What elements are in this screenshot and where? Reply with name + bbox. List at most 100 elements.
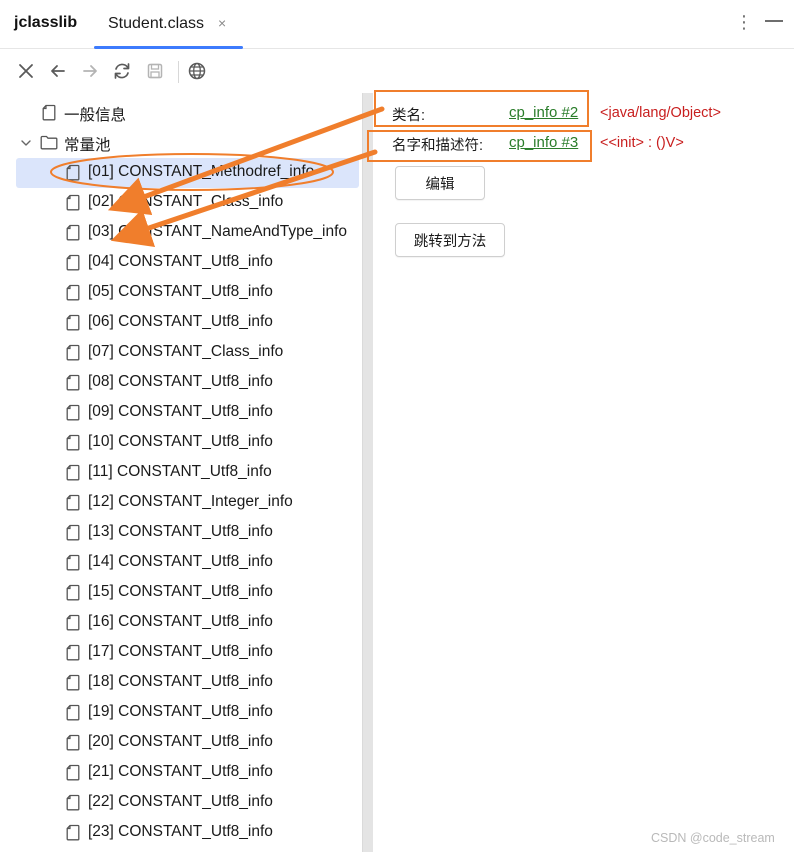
tab-bar: jclasslib Student.class × ⋮	[0, 0, 794, 49]
tree-item-constant[interactable]: [14] CONSTANT_Utf8_info	[16, 548, 359, 578]
toolbar	[0, 49, 794, 93]
tree-item-label: [14] CONSTANT_Utf8_info	[88, 553, 273, 570]
tree-item-constant[interactable]: [22] CONSTANT_Utf8_info	[16, 788, 359, 818]
edit-button[interactable]: 编辑	[395, 166, 485, 200]
file-icon	[66, 704, 80, 726]
tree-item-constant[interactable]: [23] CONSTANT_Utf8_info	[16, 818, 359, 848]
file-icon	[66, 464, 80, 486]
file-icon	[66, 554, 80, 576]
tree-item-constant[interactable]: [11] CONSTANT_Utf8_info	[16, 458, 359, 488]
name-and-type-cp-link[interactable]: cp_info #3	[509, 134, 578, 151]
jump-to-method-button[interactable]: 跳转到方法	[395, 223, 505, 257]
back-arrow-icon[interactable]	[46, 59, 70, 83]
tree-item-constant[interactable]: [02] CONSTANT_Class_info	[16, 188, 359, 218]
tab-student-class[interactable]: Student.class ×	[94, 0, 243, 49]
tree-item-label: [07] CONSTANT_Class_info	[88, 343, 284, 360]
tree-item-label: 一般信息	[64, 107, 127, 124]
class-name-value: <java/lang/Object>	[600, 105, 721, 121]
file-icon	[66, 374, 80, 396]
file-icon	[66, 614, 80, 636]
file-icon	[66, 254, 80, 276]
file-icon	[66, 734, 80, 756]
class-name-cp-link[interactable]: cp_info #2	[509, 104, 578, 121]
tree-item-constant[interactable]: [19] CONSTANT_Utf8_info	[16, 698, 359, 728]
tree-item-constant[interactable]: [03] CONSTANT_NameAndType_info	[16, 218, 359, 248]
tree-item-constant[interactable]: [12] CONSTANT_Integer_info	[16, 488, 359, 518]
tree-item-label: [19] CONSTANT_Utf8_info	[88, 703, 273, 720]
file-icon	[42, 104, 56, 126]
file-icon	[66, 494, 80, 516]
tree-item-label: [10] CONSTANT_Utf8_info	[88, 433, 273, 450]
tree-item-constant-pool[interactable]: 常量池	[16, 128, 359, 158]
file-icon	[66, 314, 80, 336]
file-icon	[66, 644, 80, 666]
tree-item-constant[interactable]: [08] CONSTANT_Utf8_info	[16, 368, 359, 398]
tree-item-label: 常量池	[64, 137, 111, 154]
tree-item-constant[interactable]: [18] CONSTANT_Utf8_info	[16, 668, 359, 698]
tree-item-label: [12] CONSTANT_Integer_info	[88, 493, 293, 510]
file-icon	[66, 224, 80, 246]
tree-item-constant[interactable]: [17] CONSTANT_Utf8_info	[16, 638, 359, 668]
forward-arrow-icon[interactable]	[78, 59, 102, 83]
tree-item-label: [15] CONSTANT_Utf8_info	[88, 583, 273, 600]
folder-icon	[40, 135, 58, 155]
tree-item-label: [05] CONSTANT_Utf8_info	[88, 283, 273, 300]
tree-item-label: [17] CONSTANT_Utf8_info	[88, 643, 273, 660]
tree-item-general-info[interactable]: 一般信息	[16, 98, 359, 128]
file-icon	[66, 344, 80, 366]
tree-item-label: [16] CONSTANT_Utf8_info	[88, 613, 273, 630]
tree-item-constant[interactable]: [21] CONSTANT_Utf8_info	[16, 758, 359, 788]
tree-item-constant[interactable]: [09] CONSTANT_Utf8_info	[16, 398, 359, 428]
details-panel: 类名: cp_info #2 <java/lang/Object> 名字和描述符…	[373, 93, 794, 852]
tree-item-constant[interactable]: [06] CONSTANT_Utf8_info	[16, 308, 359, 338]
refresh-icon[interactable]	[110, 59, 134, 83]
file-icon	[66, 194, 80, 216]
toolbar-separator	[178, 61, 179, 83]
tree-item-label: [06] CONSTANT_Utf8_info	[88, 313, 273, 330]
tree-item-label: [02] CONSTANT_Class_info	[88, 193, 284, 210]
tree-item-constant[interactable]: [16] CONSTANT_Utf8_info	[16, 608, 359, 638]
chevron-down-icon[interactable]	[20, 136, 32, 154]
name-and-type-label: 名字和描述符:	[392, 138, 484, 154]
tree-item-label: [01] CONSTANT_Methodref_info	[88, 163, 315, 180]
tree-item-constant[interactable]: [20] CONSTANT_Utf8_info	[16, 728, 359, 758]
file-icon	[66, 164, 80, 186]
file-icon	[66, 284, 80, 306]
more-options-icon[interactable]: ⋮	[735, 12, 753, 33]
tree-item-label: [09] CONSTANT_Utf8_info	[88, 403, 273, 420]
minimize-icon[interactable]	[765, 20, 783, 22]
constant-pool-tree: 一般信息 常量池 [01] CONSTANT_Methodref_info [02…	[0, 93, 362, 852]
file-icon	[66, 524, 80, 546]
watermark: CSDN @code_stream	[651, 831, 775, 845]
globe-icon[interactable]	[185, 59, 209, 83]
tree-item-label: [11] CONSTANT_Utf8_info	[88, 463, 272, 480]
tree-item-constant[interactable]: [10] CONSTANT_Utf8_info	[16, 428, 359, 458]
tree-item-constant[interactable]: [07] CONSTANT_Class_info	[16, 338, 359, 368]
tree-item-label: [13] CONSTANT_Utf8_info	[88, 523, 273, 540]
file-icon	[66, 404, 80, 426]
tree-item-label: [04] CONSTANT_Utf8_info	[88, 253, 273, 270]
splitter-scrollbar[interactable]	[362, 93, 373, 852]
file-icon	[66, 434, 80, 456]
tree-item-label: [08] CONSTANT_Utf8_info	[88, 373, 273, 390]
close-tab-icon[interactable]: ×	[218, 15, 226, 31]
file-icon	[66, 764, 80, 786]
tree-item-constant[interactable]: [04] CONSTANT_Utf8_info	[16, 248, 359, 278]
tree-item-constant[interactable]: [01] CONSTANT_Methodref_info	[16, 158, 359, 188]
tree-item-label: [20] CONSTANT_Utf8_info	[88, 733, 273, 750]
tree-item-constant[interactable]: [13] CONSTANT_Utf8_info	[16, 518, 359, 548]
file-icon	[66, 674, 80, 696]
file-icon	[66, 824, 80, 846]
tree-item-constant[interactable]: [15] CONSTANT_Utf8_info	[16, 578, 359, 608]
file-icon	[66, 584, 80, 606]
save-icon[interactable]	[143, 59, 167, 83]
name-and-type-value: <<init> : ()V>	[600, 135, 684, 151]
tab-label[interactable]: Student.class	[108, 15, 204, 33]
tree-item-constant[interactable]: [05] CONSTANT_Utf8_info	[16, 278, 359, 308]
tree-item-label: [22] CONSTANT_Utf8_info	[88, 793, 273, 810]
tree-item-label: [03] CONSTANT_NameAndType_info	[88, 223, 348, 240]
tree-item-label: [18] CONSTANT_Utf8_info	[88, 673, 273, 690]
file-icon	[66, 794, 80, 816]
close-icon[interactable]	[14, 59, 38, 83]
tree-item-label: [23] CONSTANT_Utf8_info	[88, 823, 273, 840]
